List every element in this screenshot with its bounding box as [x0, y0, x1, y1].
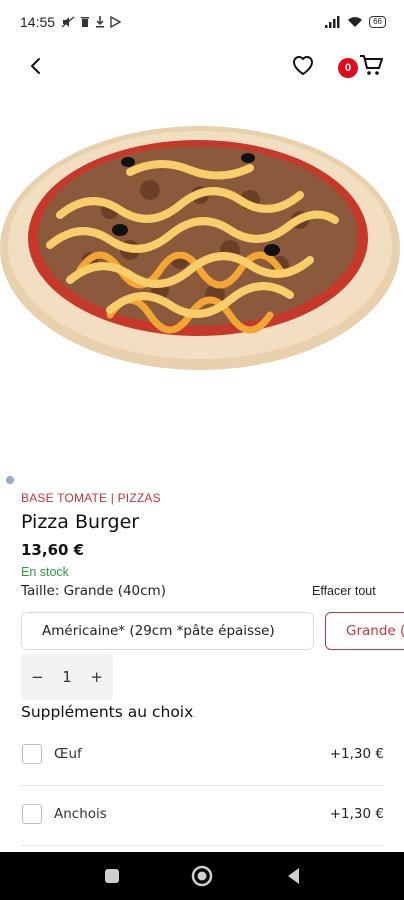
notification-icons — [61, 16, 122, 28]
mute-icon — [61, 16, 75, 28]
supplement-row[interactable]: Anchois +1,30 € — [21, 786, 384, 842]
supplement-checkbox[interactable] — [22, 744, 42, 764]
play-store-icon — [110, 16, 122, 28]
favorite-button[interactable] — [290, 52, 316, 78]
supplement-name: Œuf — [54, 746, 82, 762]
product-price: 13,60 € — [21, 541, 85, 559]
trash-icon — [81, 17, 90, 27]
status-time: 14:55 — [20, 14, 56, 30]
carousel-indicator[interactable] — [6, 476, 14, 484]
cart-icon — [360, 55, 383, 75]
square-nav-icon — [105, 869, 119, 883]
divider — [21, 845, 384, 846]
pizza-illustration — [0, 126, 400, 370]
wifi-icon — [348, 17, 363, 27]
status-bar: 14:55 66 — [0, 0, 404, 44]
product-title: Pizza Burger — [21, 511, 140, 533]
home-circle-nav-icon — [191, 865, 213, 887]
increase-quantity-button[interactable]: + — [90, 668, 103, 686]
cart-count-badge: 0 — [338, 58, 358, 78]
quantity-stepper: − 1 + — [21, 654, 113, 700]
download-icon — [96, 16, 105, 28]
stock-status: En stock — [21, 565, 69, 579]
supplement-price: +1,30 € — [329, 746, 384, 762]
supplement-checkbox[interactable] — [22, 804, 42, 824]
cart-button[interactable]: 0 — [338, 50, 384, 80]
system-icons: 66 — [325, 16, 386, 28]
back-arrow-icon — [31, 58, 40, 74]
clear-all-button[interactable]: Effacer tout — [312, 584, 376, 598]
quantity-value: 1 — [62, 668, 72, 686]
size-label: Taille: Grande (40cm) — [21, 583, 166, 599]
supplement-row[interactable]: Œuf +1,30 € — [21, 726, 384, 782]
heart-icon — [293, 56, 313, 75]
product-top-bar: 0 — [0, 46, 404, 86]
system-back-button[interactable] — [282, 864, 306, 888]
system-navigation-bar — [0, 852, 404, 900]
decrease-quantity-button[interactable]: − — [31, 668, 44, 686]
size-options: Américaine* (29cm *pâte épaisse) Grande … — [21, 612, 404, 652]
supplement-name: Anchois — [54, 806, 107, 822]
size-option-americaine[interactable]: Américaine* (29cm *pâte épaisse) — [21, 612, 314, 650]
product-image — [0, 100, 404, 390]
home-button[interactable] — [190, 864, 214, 888]
recent-apps-button[interactable] — [100, 864, 124, 888]
signal-icon — [325, 16, 340, 28]
back-triangle-nav-icon — [288, 868, 299, 884]
supplements-title: Suppléments au choix — [21, 703, 194, 721]
battery-icon: 66 — [369, 16, 386, 28]
supplement-price: +1,30 € — [329, 806, 384, 822]
size-option-grande[interactable]: Grande (40cm) — [325, 612, 404, 650]
product-category: BASE TOMATE | PIZZAS — [21, 491, 161, 505]
back-button[interactable] — [24, 54, 48, 78]
